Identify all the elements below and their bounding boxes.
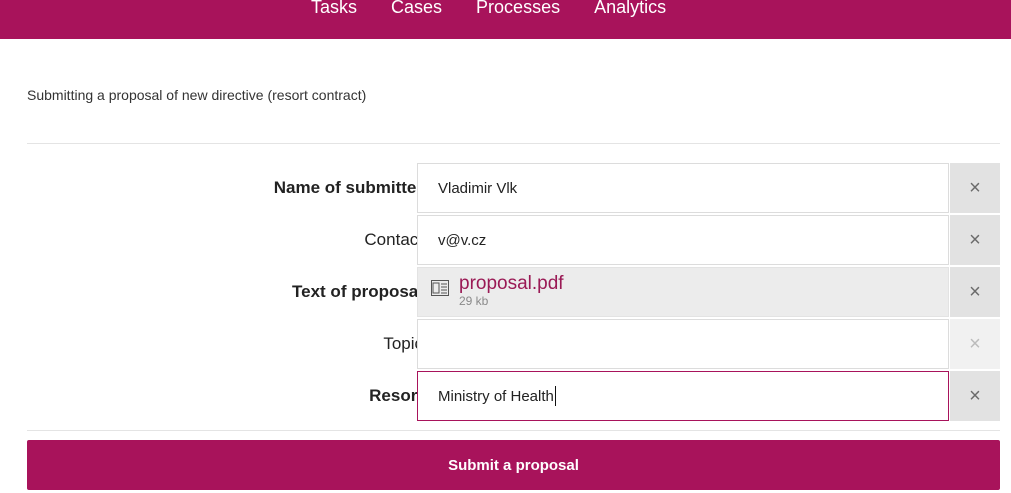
nav-processes[interactable]: Processes bbox=[476, 0, 560, 23]
header-divider bbox=[27, 143, 1000, 144]
main-nav: Tasks Cases Processes Analytics bbox=[311, 0, 700, 23]
top-navigation-bar: Tasks Cases Processes Analytics bbox=[0, 0, 1011, 39]
clear-text-of-proposal-button[interactable]: × bbox=[950, 267, 1000, 317]
close-icon: × bbox=[969, 228, 981, 251]
contact-value: v@v.cz bbox=[438, 231, 487, 249]
form-row-contact: Contact v@v.cz × bbox=[27, 215, 1000, 265]
submit-proposal-button[interactable]: Submit a proposal bbox=[27, 440, 1000, 490]
clear-name-of-submitter-button[interactable]: × bbox=[950, 163, 1000, 213]
clear-resort-button[interactable]: × bbox=[950, 371, 1000, 421]
nav-analytics[interactable]: Analytics bbox=[594, 0, 666, 23]
nav-cases[interactable]: Cases bbox=[391, 0, 442, 23]
form-row-text-of-proposal: Text of proposal proposal.pdf 29 kb × bbox=[27, 267, 1000, 317]
close-icon: × bbox=[969, 176, 981, 199]
file-size: 29 kb bbox=[459, 293, 489, 308]
pdf-file-icon bbox=[431, 279, 449, 297]
file-info: proposal.pdf 29 kb bbox=[459, 274, 564, 308]
close-icon: × bbox=[969, 280, 981, 303]
text-cursor bbox=[554, 386, 556, 406]
form-divider bbox=[27, 430, 1000, 431]
resort-label: Resort bbox=[369, 386, 423, 405]
form-row-name-of-submitter: Name of submitter Vladimir Vlk × bbox=[27, 163, 1000, 213]
close-icon: × bbox=[969, 332, 981, 355]
resort-input[interactable]: Ministry of Health bbox=[417, 371, 949, 421]
form-row-topic: Topic × bbox=[27, 319, 1000, 369]
topic-input[interactable] bbox=[417, 319, 949, 369]
file-name-link[interactable]: proposal.pdf bbox=[459, 274, 564, 293]
text-of-proposal-label: Text of proposal bbox=[292, 282, 423, 301]
name-of-submitter-input[interactable]: Vladimir Vlk bbox=[417, 163, 949, 213]
form-row-resort: Resort Ministry of Health × bbox=[27, 371, 1000, 421]
text-of-proposal-file-field[interactable]: proposal.pdf 29 kb bbox=[417, 267, 949, 317]
nav-tasks[interactable]: Tasks bbox=[311, 0, 357, 23]
close-icon: × bbox=[969, 384, 981, 407]
contact-input[interactable]: v@v.cz bbox=[417, 215, 949, 265]
resort-value: Ministry of Health bbox=[438, 387, 554, 405]
page-title: Submitting a proposal of new directive (… bbox=[27, 87, 367, 103]
name-of-submitter-value: Vladimir Vlk bbox=[438, 179, 518, 197]
clear-contact-button[interactable]: × bbox=[950, 215, 1000, 265]
name-of-submitter-label: Name of submitter bbox=[273, 178, 423, 197]
clear-topic-button[interactable]: × bbox=[950, 319, 1000, 369]
contact-label: Contact bbox=[364, 230, 423, 249]
